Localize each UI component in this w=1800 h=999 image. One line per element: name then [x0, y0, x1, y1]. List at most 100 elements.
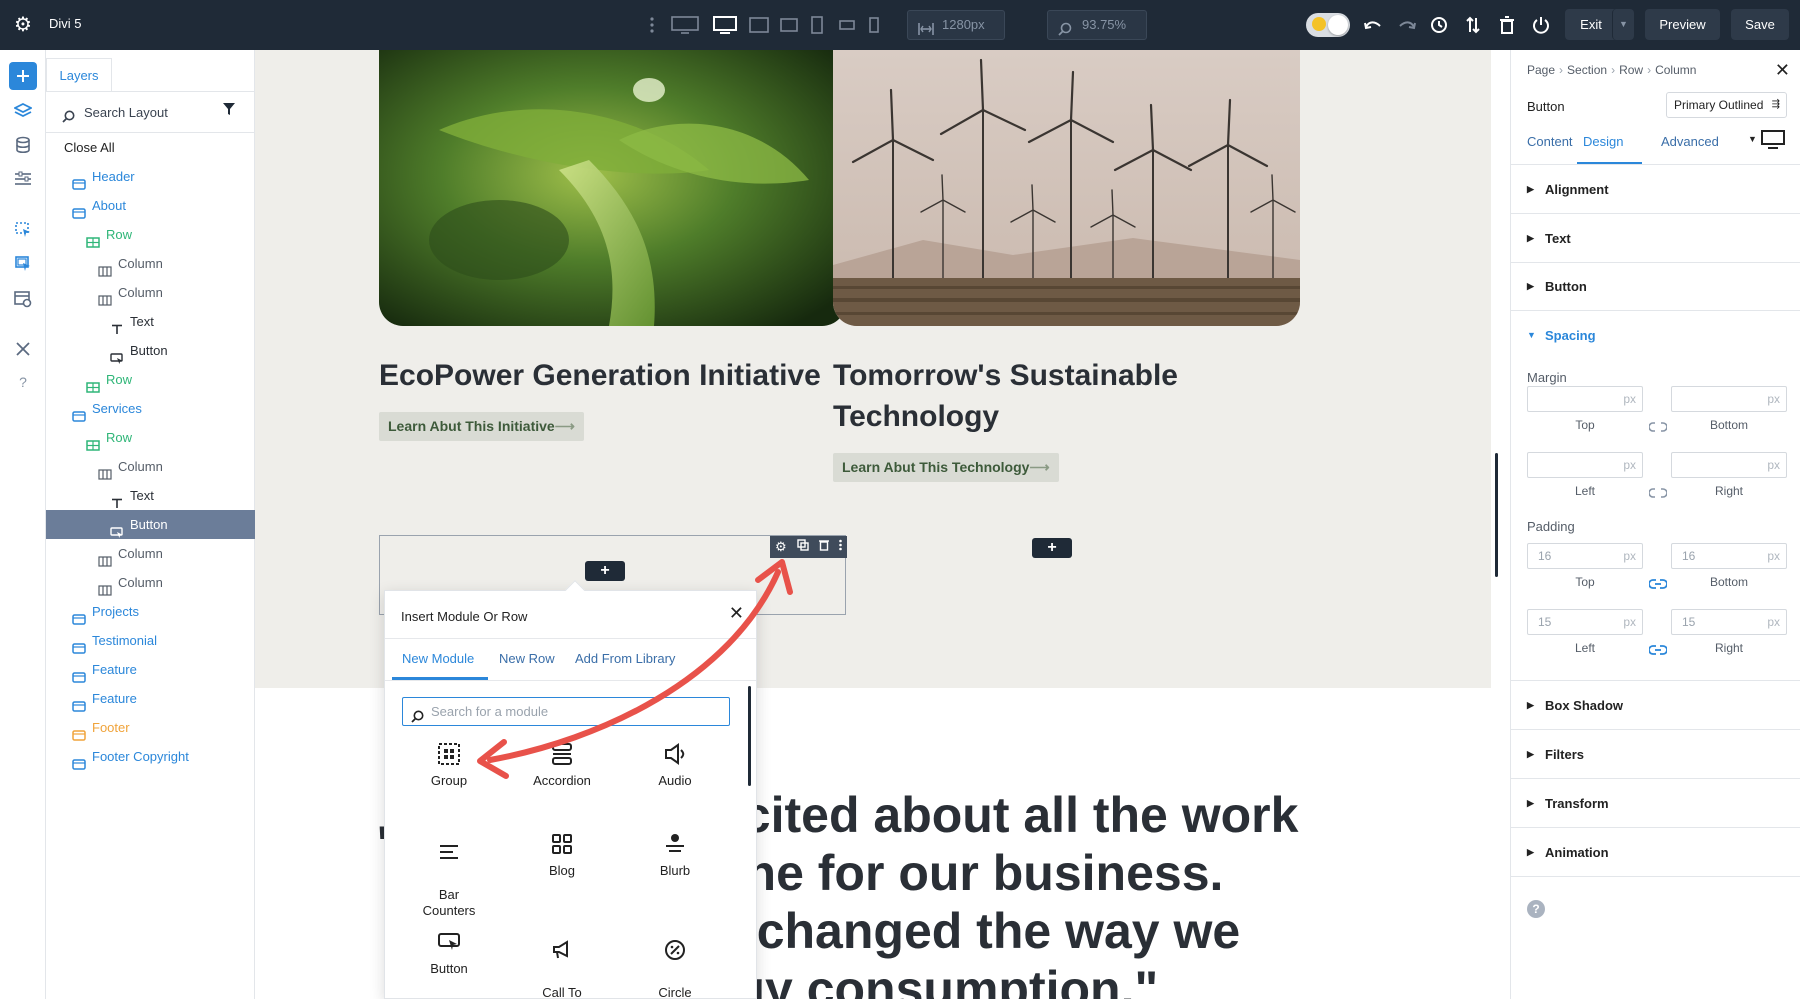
layer-item-section[interactable]: Services: [46, 394, 255, 423]
help-question-icon[interactable]: ?: [9, 368, 37, 396]
phone-landscape-icon[interactable]: [836, 12, 858, 38]
undo-icon[interactable]: [1362, 12, 1384, 38]
save-button[interactable]: Save: [1731, 9, 1789, 40]
margin-top-input[interactable]: px: [1527, 386, 1643, 412]
tab-layers[interactable]: Layers: [46, 58, 112, 92]
module-button[interactable]: Button: [395, 929, 503, 977]
select-cursor-icon[interactable]: [9, 216, 37, 244]
tab-add-from-library[interactable]: Add From Library: [575, 651, 675, 679]
group-spacing[interactable]: ▼ Spacing: [1511, 311, 1800, 360]
tablet-landscape-icon[interactable]: [778, 12, 800, 38]
desktop-device-icon[interactable]: [1761, 130, 1785, 155]
tab-new-module[interactable]: New Module: [402, 651, 474, 679]
layer-item-column[interactable]: Column: [46, 452, 255, 481]
wireframe-view-icon[interactable]: [670, 12, 700, 38]
breadcrumb-section[interactable]: Section: [1567, 63, 1607, 77]
group-filters[interactable]: ▶ Filters: [1511, 730, 1800, 779]
padding-left-input[interactable]: 15 px: [1527, 609, 1643, 635]
layer-item-section[interactable]: About: [46, 191, 255, 220]
add-module-plus-button[interactable]: +: [585, 561, 625, 581]
gear-icon[interactable]: ⚙: [775, 539, 787, 555]
trash-icon[interactable]: [818, 538, 829, 556]
margin-left-input[interactable]: px: [1527, 452, 1643, 478]
tab-advanced[interactable]: Advanced: [1661, 134, 1719, 149]
group-text[interactable]: ▶ Text: [1511, 214, 1800, 263]
module-group[interactable]: Group: [395, 741, 503, 789]
canvas-scrollbar[interactable]: [1495, 453, 1498, 577]
layer-item-section[interactable]: Testimonial: [46, 626, 255, 655]
card1-learn-button[interactable]: Learn Abut This Initiative⟶: [379, 412, 584, 441]
database-icon[interactable]: [9, 131, 37, 159]
layer-item-button[interactable]: Button: [46, 336, 255, 365]
breadcrumb-column[interactable]: Column: [1655, 63, 1696, 77]
laptop-view-icon[interactable]: [748, 12, 770, 38]
multi-select-icon[interactable]: [9, 250, 37, 278]
preset-select[interactable]: Primary Outlined ⇶: [1666, 92, 1787, 118]
link-icon[interactable]: [1649, 579, 1667, 589]
help-question-icon[interactable]: ?: [1527, 900, 1545, 918]
portability-arrows-icon[interactable]: [1462, 12, 1484, 38]
padding-top-input[interactable]: 16 px: [1527, 543, 1643, 569]
power-icon[interactable]: [1530, 12, 1552, 38]
breadcrumb-row[interactable]: Row: [1619, 63, 1643, 77]
desktop-view-icon[interactable]: [712, 12, 738, 38]
card2-title-line2[interactable]: Technology: [833, 396, 999, 437]
module-circle-counter[interactable]: Circle Counter: [621, 921, 729, 999]
layer-item-section[interactable]: Projects: [46, 597, 255, 626]
group-animation[interactable]: ▶ Animation: [1511, 828, 1800, 877]
layer-item-section[interactable]: Footer Copyright: [46, 742, 255, 771]
group-transform[interactable]: ▶ Transform: [1511, 779, 1800, 828]
layer-item-section[interactable]: Feature: [46, 684, 255, 713]
preview-button[interactable]: Preview: [1645, 9, 1720, 40]
group-button[interactable]: ▶ Button: [1511, 262, 1800, 311]
more-dots-icon[interactable]: [839, 538, 842, 556]
library-icon[interactable]: [9, 285, 37, 313]
module-blog[interactable]: Blog: [508, 831, 616, 879]
card1-title[interactable]: EcoPower Generation Initiative: [379, 355, 821, 396]
device-dropdown-icon[interactable]: ▼: [1748, 134, 1757, 144]
layer-item-section[interactable]: Header: [46, 162, 255, 191]
phone-portrait-icon[interactable]: [866, 12, 882, 38]
leaf-image[interactable]: [379, 50, 846, 326]
theme-toggle[interactable]: [1306, 13, 1350, 37]
more-dots-icon[interactable]: [646, 12, 658, 38]
group-alignment[interactable]: ▶ Alignment: [1511, 165, 1800, 214]
module-accordion[interactable]: Accordion: [508, 741, 616, 789]
close-icon[interactable]: ✕: [1775, 60, 1790, 81]
duplicate-icon[interactable]: [797, 538, 809, 556]
module-call-to-action[interactable]: Call To Action: [508, 921, 616, 999]
padding-bottom-input[interactable]: 16 px: [1671, 543, 1787, 569]
tools-icon[interactable]: [9, 335, 37, 363]
tab-content[interactable]: Content: [1527, 134, 1573, 149]
modal-scrollbar[interactable]: [748, 686, 751, 786]
layer-item-column[interactable]: Column: [46, 539, 255, 568]
module-audio[interactable]: Audio: [621, 741, 729, 789]
card2-title-line1[interactable]: Tomorrow's Sustainable: [833, 355, 1178, 396]
layer-item-text[interactable]: Text: [46, 481, 255, 510]
group-box-shadow[interactable]: ▶ Box Shadow: [1511, 681, 1800, 730]
zoom-input[interactable]: 93.75%: [1047, 10, 1147, 40]
module-blurb[interactable]: Blurb: [621, 831, 729, 879]
module-search-input[interactable]: Search for a module: [402, 697, 730, 726]
close-all-link[interactable]: Close All: [64, 140, 115, 155]
filter-icon[interactable]: [222, 102, 236, 121]
layer-item-column[interactable]: Column: [46, 249, 255, 278]
card2-learn-button[interactable]: Learn Abut This Technology⟶: [833, 453, 1059, 482]
layer-item-column[interactable]: Column: [46, 568, 255, 597]
settings-gear-icon[interactable]: ⚙: [12, 14, 34, 36]
layers-icon[interactable]: [9, 97, 37, 125]
layer-item-row[interactable]: Row: [46, 423, 255, 452]
margin-bottom-input[interactable]: px: [1671, 386, 1787, 412]
exit-button[interactable]: Exit: [1565, 9, 1617, 40]
layer-item-column[interactable]: Column: [46, 278, 255, 307]
breadcrumb-page[interactable]: Page: [1527, 63, 1555, 77]
module-bar-counters[interactable]: Bar Counters: [395, 823, 503, 919]
padding-right-input[interactable]: 15 px: [1671, 609, 1787, 635]
add-module-plus-button-2[interactable]: +: [1032, 538, 1072, 558]
trash-icon[interactable]: [1496, 12, 1518, 38]
margin-right-input[interactable]: px: [1671, 452, 1787, 478]
redo-icon[interactable]: [1396, 12, 1418, 38]
layer-item-button[interactable]: Button: [46, 510, 255, 539]
unlink-icon[interactable]: [1649, 488, 1667, 498]
tab-new-row[interactable]: New Row: [499, 651, 555, 679]
